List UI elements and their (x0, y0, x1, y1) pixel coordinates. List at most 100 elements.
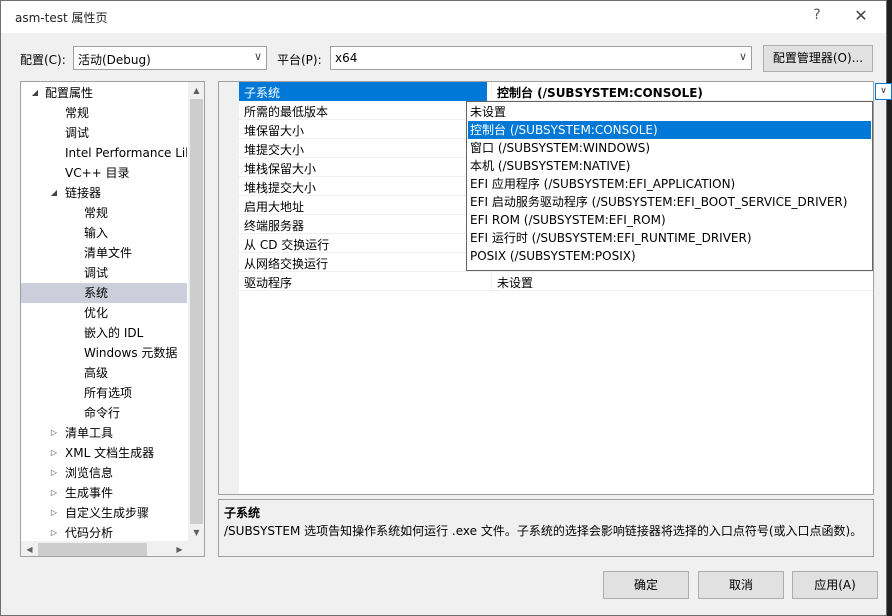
tree-item-label: 高级 (84, 366, 109, 380)
scroll-thumb[interactable] (38, 543, 147, 556)
config-manager-button[interactable]: 配置管理器(O)... (763, 45, 873, 72)
dropdown-option[interactable]: EFI ROM (/SUBSYSTEM:EFI_ROM) (468, 211, 871, 229)
chevron-down-icon[interactable]: ∨ (875, 83, 892, 100)
chevron-down-icon: ∨ (738, 50, 747, 63)
platform-combobox[interactable]: x64 ∨ (330, 46, 752, 70)
tree-item[interactable]: ▷ 生成事件 (21, 483, 187, 503)
tree-item[interactable]: 调试 (21, 263, 187, 283)
scroll-left-icon[interactable]: ◀ (21, 541, 38, 556)
tree-item[interactable]: ◢ 配置属性 (21, 83, 187, 103)
apply-button[interactable]: 应用(A) (792, 571, 878, 599)
description-panel: 子系统 /SUBSYSTEM 选项告知操作系统如何运行 .exe 文件。子系统的… (218, 499, 874, 557)
tree-item[interactable]: VC++ 目录 (21, 163, 187, 183)
close-button[interactable]: ✕ (844, 5, 878, 29)
collapsed-arrow-icon[interactable]: ▷ (48, 483, 60, 503)
scroll-thumb[interactable] (190, 99, 203, 524)
property-row[interactable]: 驱动程序 未设置 (239, 272, 873, 291)
grid-gutter (219, 82, 239, 494)
tree-item-label: 调试 (65, 126, 90, 140)
tree-item-label: 自定义生成步骤 (65, 506, 150, 520)
collapsed-arrow-icon[interactable]: ▷ (48, 443, 60, 463)
property-name: 堆栈保留大小 (244, 162, 317, 176)
property-name: 终端服务器 (244, 219, 305, 233)
property-value: 未设置 (497, 276, 534, 290)
dropdown-option[interactable]: 本机 (/SUBSYSTEM:NATIVE) (468, 157, 871, 175)
column-divider (491, 82, 492, 101)
tree-item[interactable]: ▷ 清单工具 (21, 423, 187, 443)
tree-item[interactable]: 命令行 (21, 403, 187, 423)
property-name: 所需的最低版本 (244, 105, 329, 119)
tree-item[interactable]: 调试 (21, 123, 187, 143)
tree-item[interactable]: ▷ XML 文档生成器 (21, 443, 187, 463)
tree-item[interactable]: ▷ 自定义生成步骤 (21, 503, 187, 523)
tree-item[interactable]: 嵌入的 IDL (21, 323, 187, 343)
dropdown-option[interactable]: POSIX (/SUBSYSTEM:POSIX) (468, 247, 871, 265)
collapsed-arrow-icon[interactable]: ▷ (48, 523, 60, 543)
tree-vertical-scrollbar[interactable]: ▲ ▼ (188, 82, 204, 541)
property-name: 堆保留大小 (244, 124, 305, 138)
tree-item[interactable]: 优化 (21, 303, 187, 323)
tree-item[interactable]: 所有选项 (21, 383, 187, 403)
dropdown-option[interactable]: EFI 运行时 (/SUBSYSTEM:EFI_RUNTIME_DRIVER) (468, 229, 871, 247)
tree-item-label: 浏览信息 (65, 466, 114, 480)
tree-item-label: 常规 (84, 206, 109, 220)
description-title: 子系统 (224, 506, 261, 520)
property-name: 堆栈提交大小 (244, 181, 317, 195)
tree-item-label: VC++ 目录 (65, 166, 130, 180)
help-button[interactable]: ? (801, 7, 833, 27)
collapsed-arrow-icon[interactable]: ▷ (48, 463, 60, 483)
tree-item[interactable]: ◢ 链接器 (21, 183, 187, 203)
dropdown-option[interactable]: EFI 应用程序 (/SUBSYSTEM:EFI_APPLICATION) (468, 175, 871, 193)
tree-item-label: 嵌入的 IDL (84, 326, 144, 340)
ok-button[interactable]: 确定 (603, 571, 689, 599)
collapsed-arrow-icon[interactable]: ▷ (48, 503, 60, 523)
tree-item-label: XML 文档生成器 (65, 446, 155, 460)
expanded-arrow-icon[interactable]: ◢ (29, 83, 41, 103)
scroll-up-icon[interactable]: ▲ (188, 82, 204, 99)
tree-item[interactable]: Intel Performance Lib (21, 143, 187, 163)
dropdown-option[interactable]: 未设置 (468, 103, 871, 121)
tree-item[interactable]: 高级 (21, 363, 187, 383)
config-value: 活动(Debug) (78, 53, 151, 67)
scroll-right-icon[interactable]: ▶ (171, 541, 188, 556)
tree-item[interactable]: ▷ 代码分析 (21, 523, 187, 543)
tree-item[interactable]: 常规 (21, 203, 187, 223)
dropdown-option[interactable]: 窗口 (/SUBSYSTEM:WINDOWS) (468, 139, 871, 157)
tree-horizontal-scrollbar[interactable]: ◀ ▶ (21, 541, 188, 556)
property-tree: ◢ 配置属性 常规 调试 Intel Performance Lib VC++ 目录 ◢ 链接… (20, 81, 205, 557)
tree-item[interactable]: 输入 (21, 223, 187, 243)
config-combobox[interactable]: 活动(Debug) ∨ (73, 46, 267, 70)
tree-item-label: Intel Performance Lib (65, 146, 187, 160)
subsystem-dropdown-list: 未设置 控制台 (/SUBSYSTEM:CONSOLE) 窗口 (/SUBSYSTE… (466, 101, 873, 271)
tree-item-label: 清单工具 (65, 426, 114, 440)
platform-label: 平台(P): (277, 53, 322, 67)
tree-item-label: 系统 (84, 286, 109, 300)
tree-item[interactable]: Windows 元数据 (21, 343, 187, 363)
tree-item-label: 清单文件 (84, 246, 133, 260)
scroll-down-icon[interactable]: ▼ (188, 524, 204, 541)
tree-item[interactable]: 常规 (21, 103, 187, 123)
title-bar: asm-test 属性页 ? ✕ (1, 1, 886, 33)
window-title: asm-test 属性页 (15, 11, 108, 25)
property-name: 从网络交换运行 (244, 257, 329, 271)
tree-item[interactable]: 系统 (21, 283, 187, 303)
collapsed-arrow-icon[interactable]: ▷ (48, 423, 60, 443)
dropdown-option[interactable]: EFI 启动服务驱动程序 (/SUBSYSTEM:EFI_BOOT_SERVIC… (468, 193, 871, 211)
tree-item-label: 调试 (84, 266, 109, 280)
cancel-button[interactable]: 取消 (698, 571, 784, 599)
tree-item-label: 链接器 (65, 186, 102, 200)
property-row[interactable]: 子系统 控制台 (/SUBSYSTEM:CONSOLE) ∨ (239, 82, 892, 101)
tree-item-label: 配置属性 (45, 86, 94, 100)
dropdown-option[interactable]: 控制台 (/SUBSYSTEM:CONSOLE) (468, 121, 871, 139)
scrollbar-corner (188, 541, 204, 556)
tree-item-label: 输入 (84, 226, 109, 240)
property-value: 控制台 (/SUBSYSTEM:CONSOLE) (497, 86, 703, 100)
tree-item[interactable]: 清单文件 (21, 243, 187, 263)
tree-item-label: 优化 (84, 306, 109, 320)
tree-item-label: 所有选项 (84, 386, 133, 400)
tree-item[interactable]: ▷ 浏览信息 (21, 463, 187, 483)
tree-item-label: 常规 (65, 106, 90, 120)
tree-item-label: 代码分析 (65, 526, 114, 540)
column-divider (491, 272, 492, 291)
expanded-arrow-icon[interactable]: ◢ (48, 183, 60, 203)
